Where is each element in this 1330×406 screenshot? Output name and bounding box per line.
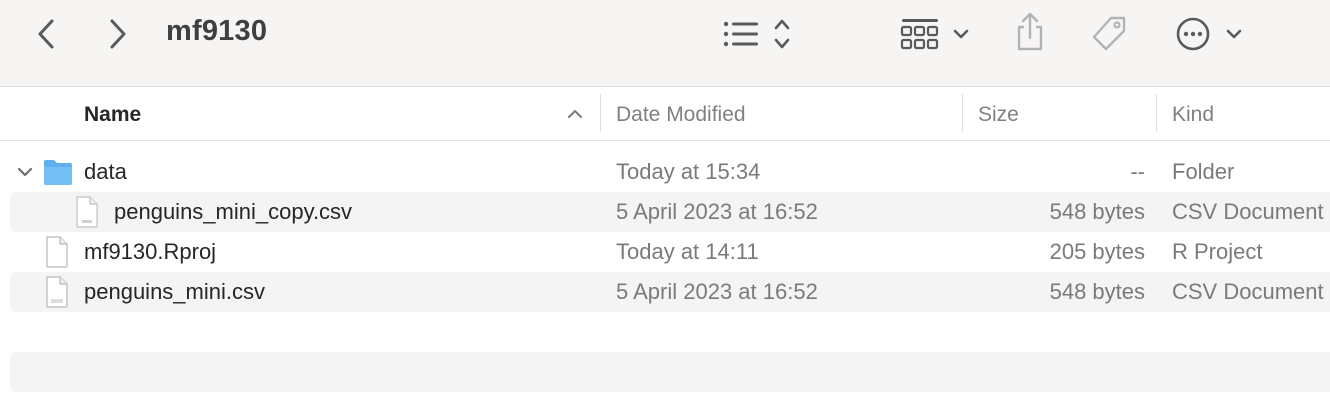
file-kind: Folder — [1172, 159, 1235, 184]
file-kind: CSV Document — [1172, 279, 1324, 304]
column-header-size[interactable]: Size — [978, 88, 1148, 141]
file-size: 548 bytes — [1049, 199, 1145, 224]
back-button[interactable] — [30, 14, 62, 54]
list-item[interactable]: penguins_mini.csv 5 April 2023 at 16:52 … — [10, 272, 1330, 312]
column-header-date-label: Date Modified — [616, 102, 746, 126]
file-size: 205 bytes — [1049, 239, 1145, 264]
file-date: Today at 14:11 — [616, 239, 759, 264]
list-item[interactable]: penguins_mini_copy.csv 5 April 2023 at 1… — [10, 192, 1330, 232]
file-date: 5 April 2023 at 16:52 — [616, 199, 818, 224]
list-item[interactable]: mf9130.Rproj Today at 14:11 205 bytes R … — [10, 232, 1330, 272]
view-mode-button[interactable] — [720, 14, 796, 54]
more-actions-button[interactable] — [1174, 14, 1246, 54]
forward-icon — [110, 19, 126, 49]
column-separator[interactable] — [1156, 94, 1157, 132]
column-header-bar: Name Date Modified Size Kind — [0, 88, 1330, 141]
column-header-name-label: Name — [84, 102, 142, 126]
list-item[interactable]: data Today at 15:34 -- Folder — [10, 152, 1330, 192]
column-separator[interactable] — [600, 94, 601, 132]
empty-row — [10, 352, 1330, 392]
file-kind: R Project — [1172, 239, 1263, 264]
window-title: mf9130 — [166, 15, 268, 47]
csv-file-icon — [46, 276, 68, 308]
tag-icon — [1092, 16, 1126, 51]
column-header-kind-label: Kind — [1172, 102, 1215, 126]
file-size: 548 bytes — [1049, 279, 1145, 304]
file-name: penguins_mini.csv — [84, 279, 265, 304]
list-view-icon — [723, 19, 790, 49]
file-date: Today at 15:34 — [616, 159, 761, 184]
file-name: penguins_mini_copy.csv — [114, 199, 353, 224]
file-name: data — [84, 159, 127, 184]
file-date: 5 April 2023 at 16:52 — [616, 279, 818, 304]
file-name: mf9130.Rproj — [84, 239, 217, 264]
file-size: -- — [1130, 159, 1145, 184]
csv-file-icon — [76, 196, 98, 228]
share-icon — [1017, 12, 1043, 51]
group-icon — [900, 19, 969, 50]
tag-button[interactable] — [1088, 13, 1130, 55]
sort-ascending-icon — [568, 110, 582, 118]
column-separator[interactable] — [962, 94, 963, 132]
column-header-date[interactable]: Date Modified — [616, 88, 956, 141]
document-icon — [46, 236, 68, 268]
file-kind: CSV Document — [1172, 199, 1324, 224]
column-header-name[interactable]: Name — [84, 88, 594, 141]
toolbar: mf9130 — [0, 0, 1330, 87]
column-header-size-label: Size — [978, 102, 1019, 126]
more-icon — [1176, 17, 1242, 51]
column-header-kind[interactable]: Kind — [1172, 88, 1322, 141]
disclosure-expanded-icon[interactable] — [16, 166, 34, 178]
folder-icon — [44, 160, 72, 185]
group-button[interactable] — [898, 14, 974, 54]
back-icon — [38, 19, 54, 49]
forward-button[interactable] — [102, 14, 134, 54]
share-button[interactable] — [1010, 10, 1050, 54]
